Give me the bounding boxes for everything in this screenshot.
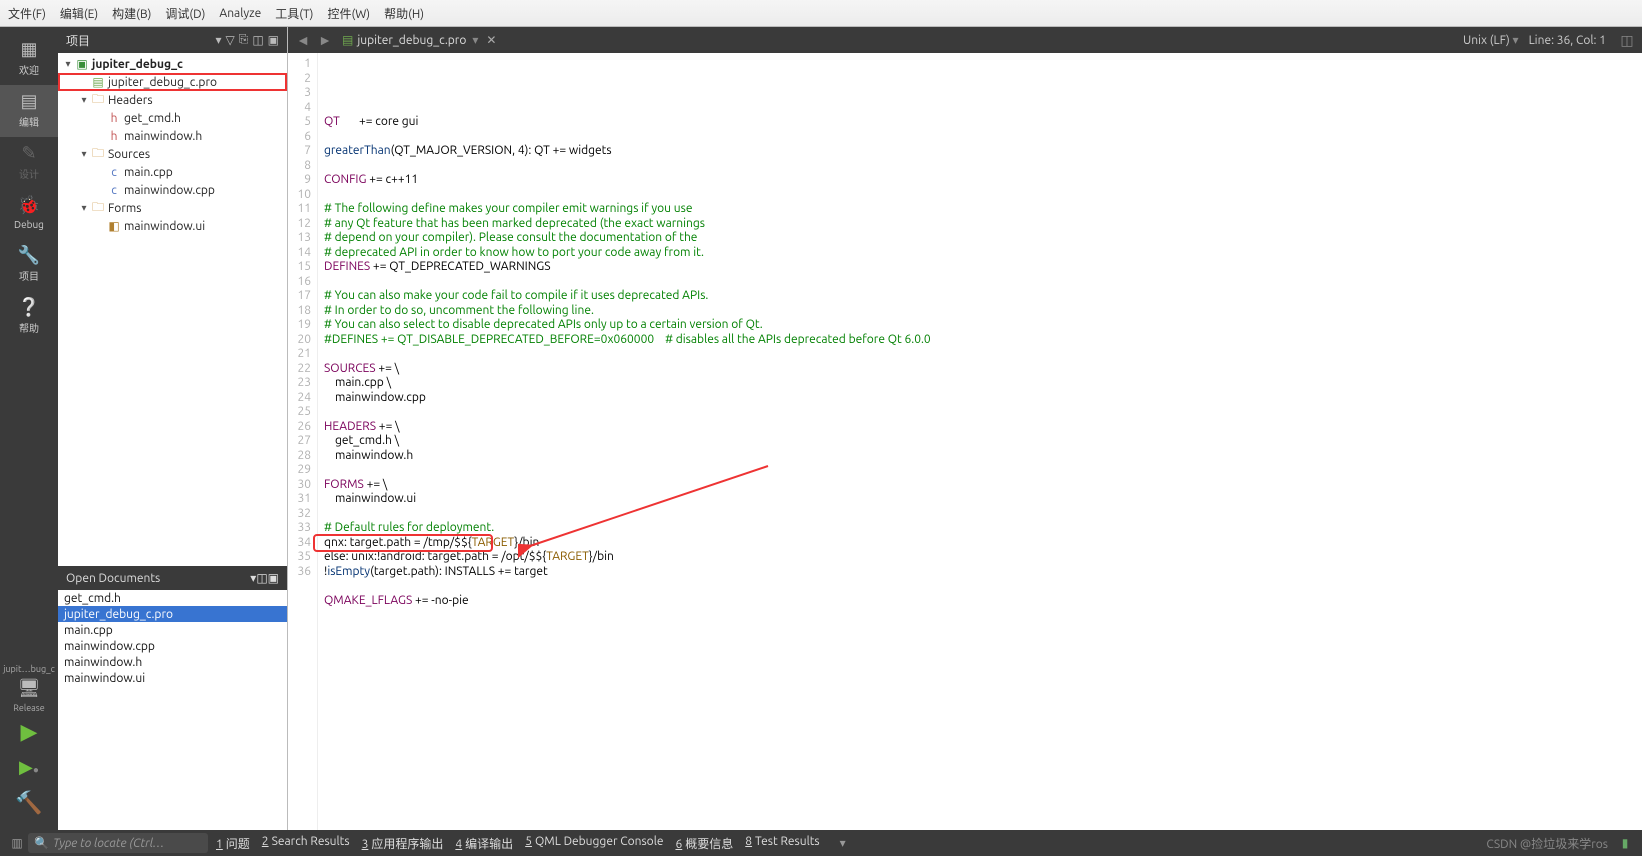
line-gutter: 1234567891011121314151617181920212223242…: [288, 53, 318, 830]
locator-input[interactable]: 🔍 Type to locate (Ctrl…: [28, 833, 208, 853]
dropdown-icon[interactable]: ▾: [832, 836, 854, 850]
filter-icon[interactable]: ▽: [225, 33, 234, 47]
open-doc-item[interactable]: get_cmd.h: [58, 590, 287, 606]
help-icon: ❔: [0, 297, 58, 318]
kit-label[interactable]: jupit…bug_c: [3, 664, 55, 674]
output-tab[interactable]: 4编译输出: [455, 835, 513, 852]
activity-project[interactable]: 🔧 项目: [0, 239, 58, 291]
tree-h-file[interactable]: h mainwindow.h: [58, 127, 287, 145]
output-tab[interactable]: 5QML Debugger Console: [525, 835, 663, 852]
project-tree[interactable]: ▾ ▣ jupiter_debug_c ▤ jupiter_debug_c.pr…: [58, 53, 287, 566]
menu-file[interactable]: 文件(F): [8, 5, 46, 22]
chevron-down-icon[interactable]: ▾: [78, 94, 90, 106]
activity-help[interactable]: ❔ 帮助: [0, 291, 58, 343]
open-doc-item[interactable]: main.cpp: [58, 622, 287, 638]
activity-edit[interactable]: ▤ 编辑: [0, 85, 58, 137]
editor-file-name[interactable]: jupiter_debug_c.pro: [357, 34, 466, 47]
activity-bar: ▦ 欢迎 ▤ 编辑 ✎ 设计 🐞 Debug 🔧 项目 ❔ 帮助 jupit…b…: [0, 27, 58, 830]
menu-widgets[interactable]: 控件(W): [327, 5, 370, 22]
split-icon[interactable]: ◫: [252, 33, 263, 47]
tree-ui-file[interactable]: ◧ mainwindow.ui: [58, 217, 287, 235]
dropdown-icon[interactable]: ▾: [472, 33, 478, 47]
tree-sources[interactable]: ▾ 🗀 Sources: [58, 145, 287, 163]
output-tab[interactable]: 3应用程序输出: [362, 835, 444, 852]
menu-edit[interactable]: 编辑(E): [60, 5, 98, 22]
statusbar: ▥ 🔍 Type to locate (Ctrl… 1问题 2Search Res…: [0, 830, 1642, 856]
split-icon[interactable]: ◫: [256, 571, 267, 585]
encoding-label[interactable]: Unix (LF) ▾: [1463, 33, 1519, 47]
open-doc-item[interactable]: mainwindow.h: [58, 654, 287, 670]
activity-design[interactable]: ✎ 设计: [0, 137, 58, 189]
menu-tools[interactable]: 工具(T): [275, 5, 313, 22]
close-panel-icon[interactable]: ▣: [268, 571, 279, 585]
code-editor[interactable]: 1234567891011121314151617181920212223242…: [288, 53, 1642, 830]
close-panel-icon[interactable]: ▣: [268, 33, 279, 47]
tree-forms[interactable]: ▾ 🗀 Forms: [58, 199, 287, 217]
chevron-down-icon[interactable]: ▾: [78, 148, 90, 160]
output-tab[interactable]: 2Search Results: [262, 835, 350, 852]
chevron-down-icon[interactable]: ▾: [62, 58, 74, 70]
output-tab[interactable]: 6概要信息: [675, 835, 733, 852]
design-icon: ✎: [0, 143, 58, 164]
nav-back-button[interactable]: ◄: [292, 32, 314, 48]
menu-build[interactable]: 构建(B): [112, 5, 151, 22]
activity-welcome[interactable]: ▦ 欢迎: [0, 33, 58, 85]
dropdown-icon[interactable]: ▾: [215, 33, 221, 47]
split-editor-icon[interactable]: ◫: [1616, 32, 1638, 49]
folder-icon: 🗀: [90, 198, 106, 219]
projects-header: 项目 ▾ ▽ ⎘ ◫ ▣: [58, 27, 287, 53]
folder-icon: 🗀: [90, 144, 106, 165]
tree-headers[interactable]: ▾ 🗀 Headers: [58, 91, 287, 109]
tree-cpp-file[interactable]: c mainwindow.cpp: [58, 181, 287, 199]
output-tab[interactable]: 8Test Results: [745, 835, 819, 852]
side-panel: 项目 ▾ ▽ ⎘ ◫ ▣ ▾ ▣ jupiter_debug_c ▤ jupit…: [58, 27, 288, 830]
menubar: 文件(F) 编辑(E) 构建(B) 调试(D) Analyze 工具(T) 控件…: [0, 0, 1642, 27]
search-icon: 🔍: [34, 836, 49, 850]
open-doc-item[interactable]: mainwindow.cpp: [58, 638, 287, 654]
h-file-icon: h: [106, 112, 122, 125]
open-doc-item[interactable]: jupiter_debug_c.pro: [58, 606, 287, 622]
open-doc-item[interactable]: mainwindow.ui: [58, 670, 287, 686]
nav-fwd-button[interactable]: ►: [314, 32, 336, 48]
folder-icon: 🗀: [90, 90, 106, 111]
menu-debug[interactable]: 调试(D): [165, 5, 205, 22]
tree-cpp-file[interactable]: c main.cpp: [58, 163, 287, 181]
tree-h-file[interactable]: h get_cmd.h: [58, 109, 287, 127]
menu-analyze[interactable]: Analyze: [219, 7, 261, 20]
grid-icon: ▦: [0, 39, 58, 60]
tree-root[interactable]: ▾ ▣ jupiter_debug_c: [58, 55, 287, 73]
code-content[interactable]: QT += core guigreaterThan(QT_MAJOR_VERSI…: [318, 53, 1642, 830]
progress-button[interactable]: ▮: [1614, 836, 1636, 850]
tree-pro-file[interactable]: ▤ jupiter_debug_c.pro: [58, 73, 287, 91]
pro-file-icon: ▤: [342, 33, 353, 47]
link-icon[interactable]: ⎘: [239, 33, 249, 47]
chevron-down-icon[interactable]: ▾: [78, 202, 90, 214]
h-file-icon: h: [106, 130, 122, 143]
cpp-file-icon: c: [106, 184, 122, 197]
bug-icon: 🐞: [0, 195, 58, 216]
edit-icon: ▤: [0, 91, 58, 112]
project-icon: ▣: [74, 57, 90, 71]
run-button[interactable]: ▶: [21, 719, 38, 745]
release-label: Release: [13, 703, 44, 713]
open-docs-header: Open Documents ▾ ◫ ▣: [58, 566, 287, 590]
activity-debug[interactable]: 🐞 Debug: [0, 189, 58, 239]
cpp-file-icon: c: [106, 166, 122, 179]
menu-help[interactable]: 帮助(H): [384, 5, 424, 22]
cursor-position[interactable]: Line: 36, Col: 1: [1529, 34, 1606, 47]
watermark-text: CSDN @捡垃圾来学ros: [1486, 835, 1608, 852]
build-button[interactable]: 🔨: [15, 790, 42, 816]
editor-area: ◄ ► ▤ jupiter_debug_c.pro ▾ ✕ Unix (LF) …: [288, 27, 1642, 830]
run-debug-button[interactable]: ▶●: [19, 757, 39, 778]
monitor-icon[interactable]: 🖥: [18, 678, 41, 699]
close-tab-button[interactable]: ✕: [486, 33, 496, 47]
ui-file-icon: ◧: [106, 219, 122, 233]
output-tab[interactable]: 1问题: [216, 835, 250, 852]
pro-file-icon: ▤: [90, 75, 106, 89]
toggle-sidebar-button[interactable]: ▥: [6, 836, 28, 850]
open-documents-list[interactable]: get_cmd.h jupiter_debug_c.pro main.cpp m…: [58, 590, 287, 830]
editor-toolbar: ◄ ► ▤ jupiter_debug_c.pro ▾ ✕ Unix (LF) …: [288, 27, 1642, 53]
wrench-icon: 🔧: [0, 245, 58, 266]
